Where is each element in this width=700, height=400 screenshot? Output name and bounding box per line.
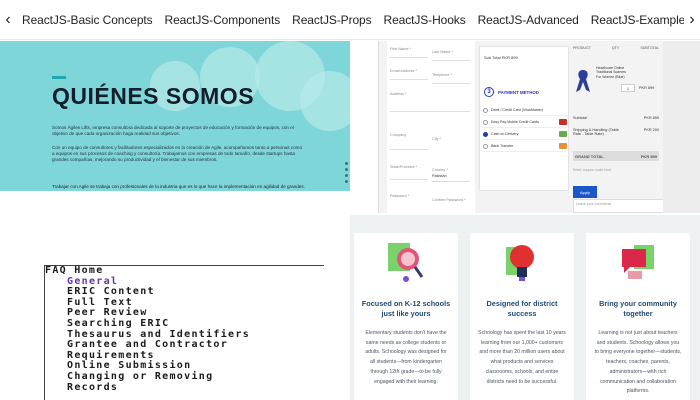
payment-option[interactable]: Bank Transfer [483,141,567,152]
feature-body: Schoology has spent the last 10 years le… [478,330,566,385]
top-navigation-bar: ‹ ReactJS-Basic Concepts ReactJS-Componen… [0,0,700,40]
faq-menu-item[interactable]: Searching ERIC [45,318,324,330]
coupon-input[interactable]: Enter coupon code here [573,168,611,172]
features-section: Focused on K-12 schools just like yours … [350,215,700,400]
grand-total-label: GRAND TOTAL [575,153,604,159]
side-panel [663,41,700,213]
summary-row: Shipping & Handling (Table Rate - Table … [573,128,659,136]
summary-row: Subtotal PKR 899 [573,116,659,120]
about-paragraph: Somos Ágiles Lifts, empresa consultora d… [52,125,294,136]
radio-button[interactable] [483,107,488,113]
email-field[interactable]: Email Address * [390,69,417,73]
feature-title: Bring your community together [599,299,677,318]
carousel-dot[interactable] [345,174,348,177]
nav-item[interactable]: ReactJS-Components [159,13,287,27]
team-photo-shape [300,71,350,131]
state-field[interactable]: State/Province * [390,165,417,169]
payment-option-label: Easy Pay Mobile Credit Cards [491,120,539,124]
confirm-password-field[interactable]: Confirm Password * [432,198,466,202]
payment-method-panel: Sub Total PKR 899 3 PAYMENT METHOD Debit… [479,46,569,191]
about-paragraph: Con un equipo de consultores y facilitad… [52,145,303,162]
faq-menu: FAQ Home General ERIC Content Full Text Peer… [44,265,324,400]
payment-option[interactable]: Cash on Delivery [483,129,567,140]
faq-menu-item[interactable]: FAQ Home [45,266,324,277]
feature-title: Designed for district success [486,299,558,318]
magnifier-icon [388,243,424,282]
about-section: QUIÉNES SOMOS Somos Ágiles Lifts, empres… [0,41,350,191]
grand-total-value: PKR 899 [640,153,657,159]
lightbulb-icon [506,245,534,281]
carousel-dot[interactable] [345,162,348,165]
summary-row-label: Subtotal [573,116,587,120]
nav-item[interactable]: ReactJS-Props [286,13,377,27]
country-label: Country * [432,168,448,172]
about-title: QUIÉNES SOMOS [52,83,255,109]
feature-card: Designed for district success Schoology … [470,233,574,400]
nav-item[interactable]: ReactJS-Basic Concepts [16,13,159,27]
carousel-dot[interactable] [345,168,348,171]
nav-items: ReactJS-Basic Concepts ReactJS-Components… [16,13,684,27]
payment-option[interactable]: Easy Pay Mobile Credit Cards [483,117,567,128]
product-name[interactable]: Headhcare Online Traditional Scarves For… [596,66,626,79]
grand-total-row: GRAND TOTAL PKR 899 [573,151,659,161]
apply-coupon-button[interactable]: Apply [573,186,597,198]
payment-option-label: Bank Transfer [491,144,514,148]
screenshot-collage: ‹ ReactJS-Basic Concepts ReactJS-Componen… [0,0,700,400]
quantity-input[interactable]: 1 [621,84,635,92]
checkout-page: First Name * Last Name * Email Address *… [378,41,700,213]
about-footer-text: Trabajar con Agile se trabaja con profes… [52,184,305,189]
feature-title: Focused on K-12 schools just like yours [361,299,451,318]
cash-icon [559,131,567,137]
step-number: 3 [484,87,494,97]
summary-row-value: PKR 899 [643,116,659,120]
payment-option-label: Cash on Delivery [491,132,519,136]
password-field[interactable]: Password * [390,194,409,198]
company-field[interactable]: Company [390,133,406,137]
payment-method-title: PAYMENT METHOD [498,90,539,95]
product-thumbnail [576,70,590,92]
last-name-field[interactable]: Last Name * [432,50,453,54]
carousel-dots[interactable] [345,162,348,183]
payment-option[interactable]: Debit / Credit Card (Visa/Master) [483,105,567,116]
chevron-left-icon[interactable]: ‹ [0,0,16,39]
first-name-field[interactable]: First Name * [390,47,411,51]
radio-button[interactable] [483,119,488,125]
payment-subtotal: Sub Total PKR 899 [484,55,518,60]
summary-row-label: Shipping & Handling (Table Rate - Table … [573,128,619,136]
carousel-dot[interactable] [345,180,348,183]
address-field[interactable]: Address * [390,92,406,96]
faq-menu-item[interactable]: Changing or Removing [45,371,324,383]
chevron-right-icon[interactable]: › [684,0,700,39]
feature-card: Bring your community together Learning i… [586,233,690,400]
chat-bubbles-icon [622,245,654,279]
title-accent-bar [52,76,66,79]
comments-textarea[interactable]: Leave your comments [573,199,669,213]
feature-body: Learning is not just about teachers and … [594,330,682,395]
radio-button-selected[interactable] [483,131,488,137]
bank-icon [559,143,567,149]
header-qty: QTY [611,46,620,50]
header-subtotal: SUBTOTAL [640,46,659,50]
radio-button[interactable] [483,143,488,149]
telephone-field[interactable]: Telephone * [432,73,452,77]
nav-item[interactable]: ReactJS-Hooks [378,13,472,27]
city-field[interactable]: City * [432,137,441,141]
order-summary: PRODUCT QTY SUBTOTAL Headhcare Online Tr… [573,46,659,206]
header-product: PRODUCT [573,46,591,50]
summary-header: PRODUCT QTY SUBTOTAL [573,46,659,50]
billing-form: First Name * Last Name * Email Address *… [387,41,475,213]
summary-row-value: PKR 200 [643,128,659,132]
product-price: PKR 899 [639,86,655,90]
payment-option-label: Debit / Credit Card (Visa/Master) [491,108,544,112]
nav-item[interactable]: ReactJS-Examples [585,13,684,27]
feature-card: Focused on K-12 schools just like yours … [354,233,458,400]
easypay-icon [559,119,567,125]
nav-item[interactable]: ReactJS-Advanced [472,13,585,27]
faq-menu-item[interactable]: Records [45,382,324,394]
feature-body: Elementary students don't have the same … [365,330,447,385]
country-select[interactable]: Pakistan [432,174,447,178]
